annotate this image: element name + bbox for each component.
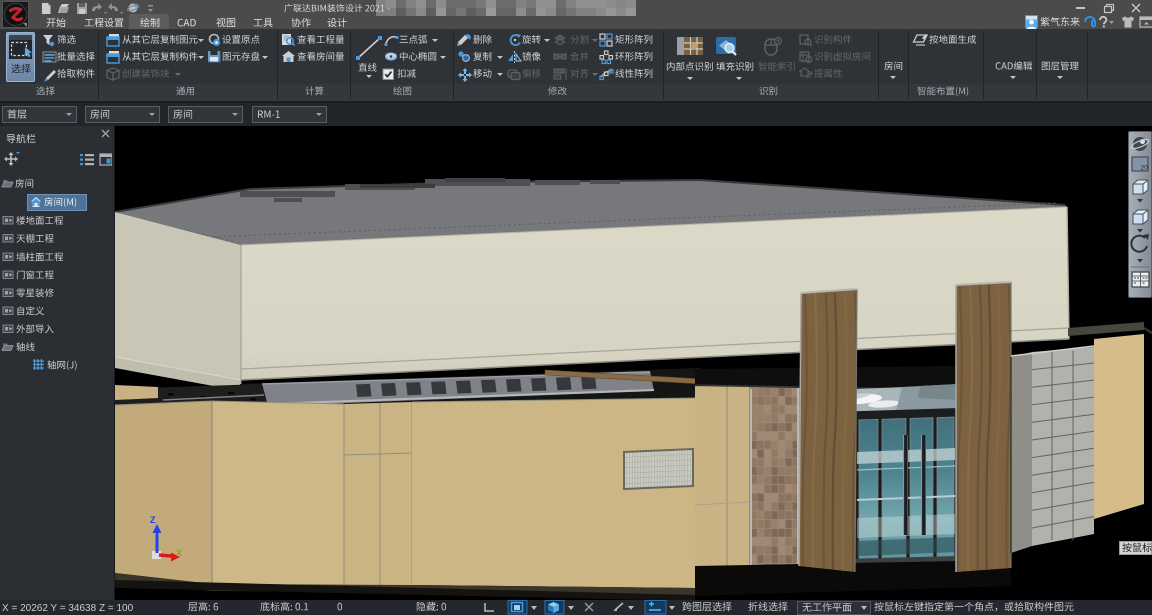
svg-text:20: 20 [1141, 165, 1149, 172]
svg-text:Z: Z [150, 515, 156, 525]
svg-text:X: X [176, 548, 182, 558]
